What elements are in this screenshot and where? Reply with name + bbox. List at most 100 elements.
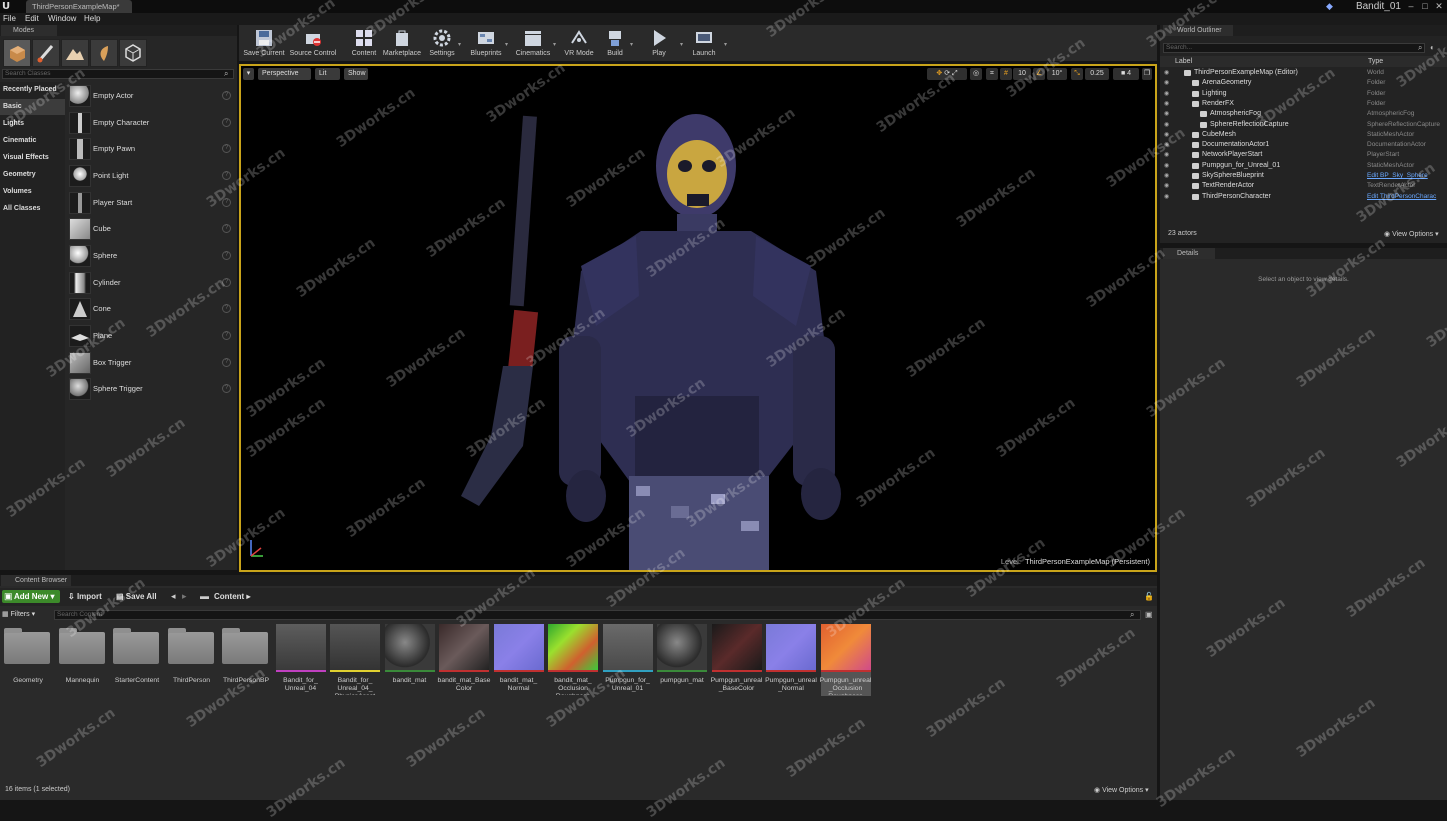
visibility-eye-icon[interactable]: ◉: [1164, 183, 1171, 189]
content-view-options-button[interactable]: ◉ View Options ▾: [1094, 786, 1149, 794]
place-item-sphere[interactable]: Sphere?: [67, 243, 235, 269]
place-item-empty-character[interactable]: Empty Character?: [67, 110, 235, 136]
viewport-options-dropdown-icon[interactable]: ▾: [243, 68, 254, 80]
play-dropdown-icon[interactable]: ▾: [680, 41, 685, 48]
visibility-eye-icon[interactable]: ◉: [1164, 163, 1171, 169]
surface-snap-icon[interactable]: ⌗: [986, 68, 998, 80]
asset-tile[interactable]: pumpgun_mat: [657, 624, 707, 696]
build-button[interactable]: Build: [602, 25, 628, 61]
asset-folder[interactable]: Mannequin: [58, 624, 108, 696]
category-all-classes[interactable]: All Classes: [0, 201, 65, 217]
launch-dropdown-icon[interactable]: ▾: [724, 41, 729, 48]
asset-folder[interactable]: Geometry: [3, 624, 53, 696]
help-icon[interactable]: ?: [222, 118, 231, 127]
scale-snap-icon[interactable]: ⤡: [1071, 68, 1083, 80]
minimize-button[interactable]: –: [1405, 0, 1417, 13]
visibility-eye-icon[interactable]: ◉: [1164, 91, 1171, 97]
visibility-eye-icon[interactable]: ◉: [1164, 173, 1171, 179]
help-icon[interactable]: ?: [222, 251, 231, 260]
import-button[interactable]: ⇩ Import: [68, 590, 102, 603]
outliner-row[interactable]: ◉ AtmosphericFog AtmosphericFog: [1160, 109, 1447, 119]
asset-tile[interactable]: Pumpgun_unreal _BaseColor: [711, 624, 762, 696]
category-geometry[interactable]: Geometry: [0, 167, 65, 183]
menu-file[interactable]: File: [3, 13, 16, 25]
asset-tile[interactable]: bandit_mat_Base Color: [438, 624, 490, 696]
menu-edit[interactable]: Edit: [25, 13, 39, 25]
vr-mode-button[interactable]: VR Mode: [562, 25, 596, 61]
marketplace-button[interactable]: Marketplace: [382, 25, 422, 61]
breadcrumb-content[interactable]: Content ▸: [214, 590, 250, 603]
visibility-eye-icon[interactable]: ◉: [1164, 101, 1171, 107]
close-button[interactable]: ✕: [1433, 0, 1445, 13]
lock-icon[interactable]: 🔓: [1144, 592, 1154, 601]
column-label[interactable]: Label: [1175, 56, 1192, 67]
menu-window[interactable]: Window: [48, 13, 76, 25]
help-icon[interactable]: ?: [222, 384, 231, 393]
place-item-cube[interactable]: Cube?: [67, 216, 235, 242]
maximize-button[interactable]: □: [1419, 0, 1431, 13]
document-tab[interactable]: ThirdPersonExampleMap*: [26, 0, 132, 13]
outliner-row[interactable]: ◉ SphereReflectionCapture SphereReflection…: [1160, 120, 1447, 130]
grid-snap-icon[interactable]: #: [1000, 68, 1012, 80]
perspective-button[interactable]: Perspective: [258, 68, 311, 80]
save-search-icon[interactable]: ▣: [1145, 611, 1153, 619]
help-icon[interactable]: ?: [222, 144, 231, 153]
tab-content-browser[interactable]: Content Browser: [1, 575, 71, 586]
show-button[interactable]: Show: [344, 68, 368, 80]
asset-folder[interactable]: StarterContent: [112, 624, 162, 696]
settings-dropdown-icon[interactable]: ▾: [458, 41, 463, 48]
help-icon[interactable]: ?: [222, 224, 231, 233]
geometry-mode-button[interactable]: [119, 39, 147, 67]
outliner-row[interactable]: ◉ DocumentationActor1 DocumentationActor: [1160, 140, 1447, 150]
blueprints-button[interactable]: Blueprints: [468, 25, 504, 61]
lit-button[interactable]: Lit: [315, 68, 340, 80]
category-volumes[interactable]: Volumes: [0, 184, 65, 200]
maximize-viewport-icon[interactable]: ❐: [1142, 68, 1152, 80]
asset-folder[interactable]: ThirdPerson: [167, 624, 217, 696]
asset-tile[interactable]: Bandit_for_ Unreal_04_ PhysicsAsset: [330, 624, 380, 696]
place-item-empty-pawn[interactable]: Empty Pawn?: [67, 136, 235, 162]
content-search-input[interactable]: Search Content: [54, 610, 1141, 620]
visibility-eye-icon[interactable]: ◉: [1164, 70, 1171, 76]
asset-tile[interactable]: bandit_mat: [384, 624, 435, 696]
outliner-search-input[interactable]: Search...: [1163, 43, 1425, 53]
asset-tile[interactable]: bandit_mat_ Normal: [493, 624, 544, 696]
back-arrow-icon[interactable]: ◂: [171, 590, 176, 603]
help-icon[interactable]: ?: [222, 358, 231, 367]
place-item-empty-actor[interactable]: Empty Actor?: [67, 83, 235, 109]
visibility-eye-icon[interactable]: ◉: [1164, 194, 1171, 200]
play-button[interactable]: Play: [644, 25, 674, 61]
paint-mode-button[interactable]: [32, 39, 60, 67]
help-icon[interactable]: ?: [222, 304, 231, 313]
category-cinematic[interactable]: Cinematic: [0, 133, 65, 149]
help-icon[interactable]: ?: [222, 91, 231, 100]
build-dropdown-icon[interactable]: ▾: [630, 41, 635, 48]
settings-button[interactable]: Settings: [427, 25, 457, 61]
tab-details[interactable]: Details: [1163, 248, 1215, 259]
camera-speed[interactable]: ■ 4: [1113, 68, 1139, 80]
place-item-box-trigger[interactable]: Box Trigger?: [67, 350, 235, 376]
cinematics-button[interactable]: Cinematics: [514, 25, 552, 61]
asset-tile[interactable]: Pumpgun_unreal _Normal: [765, 624, 817, 696]
place-item-sphere-trigger[interactable]: Sphere Trigger?: [67, 376, 235, 402]
cinematics-dropdown-icon[interactable]: ▾: [553, 41, 558, 48]
column-type[interactable]: Type: [1368, 56, 1383, 67]
visibility-eye-icon[interactable]: ◉: [1164, 80, 1171, 86]
scale-snap-value[interactable]: 0.25: [1085, 68, 1109, 80]
bookmark-icon[interactable]: ◆: [1326, 2, 1335, 11]
outliner-view-options-button[interactable]: ◉ View Options ▾: [1384, 230, 1439, 238]
level-viewport[interactable]: [239, 64, 1157, 572]
search-classes-input[interactable]: Search Classes: [2, 69, 234, 79]
outliner-row[interactable]: ◉ NetworkPlayerStart PlayerStart: [1160, 150, 1447, 160]
world-space-icon[interactable]: ◎: [970, 68, 982, 80]
asset-tile[interactable]: Bandit_for_ Unreal_04: [275, 624, 326, 696]
category-visual-effects[interactable]: Visual Effects: [0, 150, 65, 166]
menu-help[interactable]: Help: [84, 13, 100, 25]
filters-button[interactable]: ▦ Filters ▾: [2, 610, 35, 620]
landscape-mode-button[interactable]: [61, 39, 89, 67]
visibility-eye-icon[interactable]: ◉: [1164, 122, 1171, 128]
help-icon[interactable]: ?: [222, 331, 231, 340]
launch-button[interactable]: Launch: [689, 25, 719, 61]
tab-modes[interactable]: Modes: [1, 25, 57, 36]
outliner-row[interactable]: ◉ CubeMesh StaticMeshActor: [1160, 130, 1447, 140]
